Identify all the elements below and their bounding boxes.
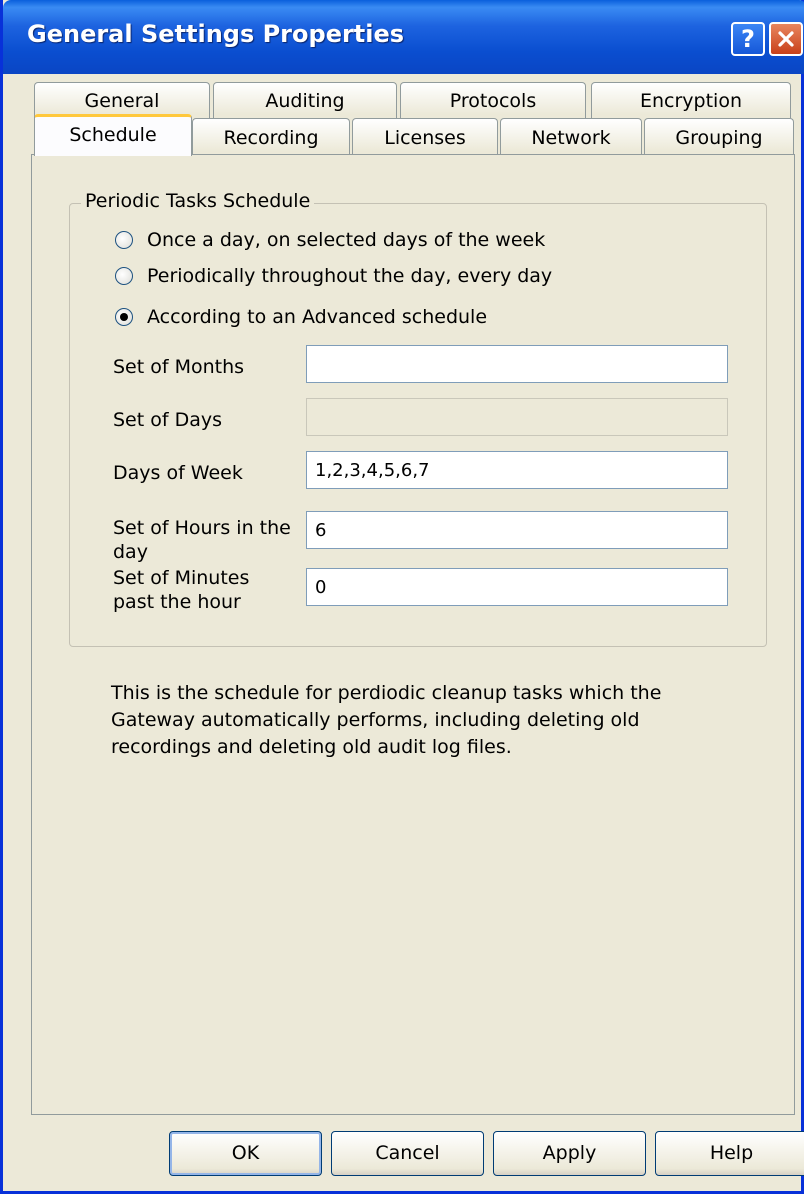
radio-advanced-schedule[interactable]: According to an Advanced schedule [115,306,487,328]
tab-label: Grouping [675,127,763,149]
apply-button[interactable]: Apply [493,1131,646,1176]
tab-label: Licenses [384,127,466,149]
tab-network[interactable]: Network [500,118,642,155]
set-of-hours-label: Set of Hours in the day [113,517,291,563]
tab-general[interactable]: General [34,82,210,118]
properties-dialog: General Settings Properties ? General Au… [0,0,804,1194]
tab-licenses[interactable]: Licenses [352,118,498,155]
set-of-hours-input[interactable] [306,511,728,549]
set-of-days-label: Set of Days [113,409,223,431]
schedule-description: This is the schedule for perdiodic clean… [111,682,662,758]
tab-label: Schedule [69,124,157,146]
ok-button[interactable]: OK [169,1131,322,1176]
radio-button[interactable] [115,231,133,249]
tab-label: Recording [223,127,319,149]
help-icon[interactable]: ? [731,22,765,56]
set-of-months-label: Set of Months [113,356,245,378]
tab-schedule[interactable]: Schedule [34,114,192,156]
tab-grouping[interactable]: Grouping [644,118,794,155]
radio-button[interactable] [115,267,133,285]
tab-label: Protocols [449,90,537,112]
tab-recording[interactable]: Recording [192,118,350,155]
tab-protocols[interactable]: Protocols [400,82,586,118]
radio-label: According to an Advanced schedule [147,306,488,328]
days-of-week-label: Days of Week [113,462,243,484]
help-button[interactable]: Help [655,1131,804,1176]
window-title: General Settings Properties [27,20,405,48]
set-of-days-input [306,398,728,436]
tab-label: Network [531,127,611,149]
radio-label: Once a day, on selected days of the week [147,229,546,251]
tab-auditing[interactable]: Auditing [213,82,397,118]
radio-button-selected[interactable] [115,308,133,326]
set-of-minutes-label: Set of Minutes past the hour [113,567,250,613]
tab-label: General [84,90,160,112]
radio-periodically[interactable]: Periodically throughout the day, every d… [115,265,552,287]
title-bar[interactable]: General Settings Properties ? [3,0,804,74]
groupbox-title: Periodic Tasks Schedule [81,190,315,212]
days-of-week-input[interactable] [306,451,728,489]
tab-label: Auditing [265,90,345,112]
tab-label: Encryption [639,90,742,112]
radio-once-a-day[interactable]: Once a day, on selected days of the week [115,229,545,251]
set-of-minutes-input[interactable] [306,568,728,606]
set-of-months-input[interactable] [306,345,728,383]
close-icon[interactable] [769,22,803,56]
cancel-button[interactable]: Cancel [331,1131,484,1176]
tab-encryption[interactable]: Encryption [591,82,791,118]
radio-label: Periodically throughout the day, every d… [147,265,553,287]
